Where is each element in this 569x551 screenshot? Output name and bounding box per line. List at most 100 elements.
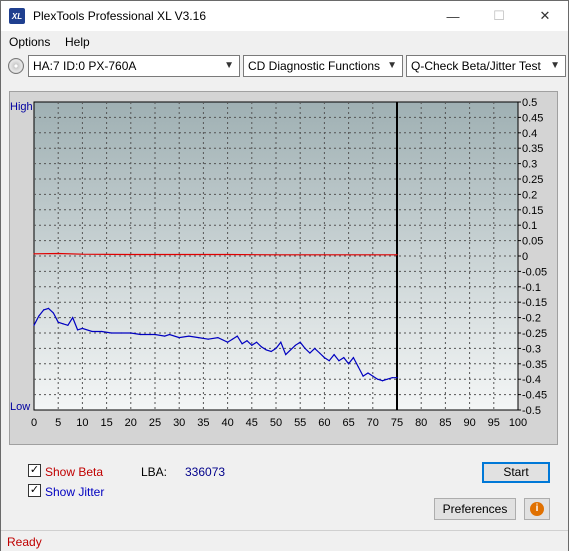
show-jitter-checkbox[interactable]: ✓ <box>28 484 41 497</box>
jitter-data-point <box>227 341 229 343</box>
jitter-data-point <box>38 315 40 317</box>
axis-high-label: High <box>10 101 33 113</box>
chevron-down-icon: ▼ <box>387 60 397 71</box>
x-tick-label: 90 <box>463 417 475 429</box>
x-tick-label: 15 <box>100 417 112 429</box>
beta-data-point <box>372 254 374 256</box>
show-jitter-label: Show Jitter <box>45 485 105 499</box>
x-tick-label: 80 <box>415 417 427 429</box>
jitter-data-point <box>241 343 243 345</box>
jitter-data-point <box>101 330 103 333</box>
checkmark-icon: ✓ <box>29 484 40 496</box>
jitter-data-point <box>381 380 384 382</box>
x-tick-label: 60 <box>318 417 330 429</box>
jitter-data-point <box>386 378 388 380</box>
jitter-data-point <box>149 333 151 336</box>
show-beta-checkbox[interactable]: ✓ <box>28 464 41 477</box>
jitter-data-point <box>323 357 325 359</box>
jitter-data-point <box>270 350 272 353</box>
beta-data-point <box>178 253 180 256</box>
beta-data-point <box>396 254 398 256</box>
jitter-data-point <box>318 352 321 354</box>
jitter-data-point <box>362 375 364 377</box>
x-tick-label: 45 <box>246 417 258 429</box>
y-tick-label: 0.15 <box>522 205 543 217</box>
x-tick-label: 55 <box>294 417 306 429</box>
beta-data-point <box>130 253 132 256</box>
info-button[interactable]: i <box>524 498 550 520</box>
chart-panel: High Low 0.5 0.45 0.4 0.35 0.3 0.25 0.2 0.15 0.1 0.… <box>9 91 558 445</box>
y-tick-label: 0.4 <box>522 128 537 140</box>
show-beta-label: Show Beta <box>45 465 104 479</box>
jitter-data-point <box>333 353 335 356</box>
function-select[interactable]: CD Diagnostic Functions ▼ <box>243 55 403 77</box>
x-tick-label: 25 <box>149 417 161 429</box>
window-title: PlexTools Professional XL V3.16 <box>33 9 206 23</box>
y-tick-label: 0 <box>522 251 528 263</box>
test-select[interactable]: Q-Check Beta/Jitter Test ▼ <box>406 55 566 77</box>
jitter-data-point <box>294 344 296 346</box>
menu-help[interactable]: Help <box>65 35 90 49</box>
jitter-data-point <box>130 332 132 334</box>
axis-low-label: Low <box>10 401 30 413</box>
jitter-data-point <box>285 353 287 356</box>
y-tick-label: -0.5 <box>522 405 541 417</box>
jitter-data-point <box>33 324 35 326</box>
jitter-data-point <box>260 346 263 348</box>
preferences-button[interactable]: Preferences <box>434 498 516 520</box>
y-tick-label: 0.45 <box>522 112 543 124</box>
drive-select-value: HA:7 ID:0 PX-760A <box>33 59 137 73</box>
chevron-down-icon: ▼ <box>550 60 560 71</box>
y-tick-label: 0.35 <box>522 143 543 155</box>
beta-data-point <box>275 254 277 256</box>
jitter-data-point <box>217 337 219 339</box>
jitter-data-point <box>309 352 311 354</box>
maximize-button[interactable]: ☐ <box>476 1 522 31</box>
x-tick-label: 35 <box>197 417 209 429</box>
jitter-data-point <box>47 307 50 309</box>
disc-drive-icon[interactable] <box>8 58 24 74</box>
function-select-value: CD Diagnostic Functions <box>248 59 381 73</box>
title-bar: XL PlexTools Professional XL V3.16 — ☐ ✕ <box>1 1 568 31</box>
jitter-data-point <box>72 317 74 319</box>
y-tick-label: -0.35 <box>522 359 547 371</box>
menu-options[interactable]: Options <box>9 35 50 49</box>
jitter-data-point <box>304 347 306 349</box>
y-tick-label: 0.2 <box>522 189 537 201</box>
x-tick-label: 65 <box>342 417 354 429</box>
jitter-data-point <box>57 321 59 323</box>
y-tick-label: 0.5 <box>522 97 537 109</box>
jitter-data-point <box>299 341 301 343</box>
start-button[interactable]: Start <box>482 462 550 483</box>
beta-data-point <box>323 254 325 256</box>
drive-select[interactable]: HA:7 ID:0 PX-760A ▼ <box>28 55 240 77</box>
y-tick-label: -0.4 <box>522 374 541 386</box>
x-tick-label: 50 <box>270 417 282 429</box>
jitter-data-point <box>52 312 54 314</box>
y-tick-label: -0.3 <box>522 343 541 355</box>
jitter-data-point <box>207 338 209 340</box>
jitter-data-point <box>91 330 93 333</box>
y-tick-label: 0.05 <box>522 236 543 248</box>
beta-data-point <box>227 253 229 256</box>
jitter-data-point <box>275 347 277 349</box>
jitter-data-point <box>348 363 350 365</box>
app-logo-icon: XL <box>9 8 25 24</box>
beta-jitter-chart: High Low 0.5 0.45 0.4 0.35 0.3 0.25 0.2 0.15 0.1 0.… <box>10 97 547 429</box>
jitter-data-point <box>76 329 79 331</box>
y-tick-label: -0.15 <box>522 297 547 309</box>
jitter-data-point <box>256 341 258 343</box>
checkmark-icon: ✓ <box>29 464 40 476</box>
minimize-icon: — <box>446 8 460 24</box>
minimize-button[interactable]: — <box>430 1 476 31</box>
jitter-data-point <box>231 338 234 340</box>
jitter-data-point <box>62 323 64 325</box>
status-text: Ready <box>7 535 42 549</box>
close-button[interactable]: ✕ <box>522 1 568 31</box>
jitter-data-point <box>289 349 292 351</box>
x-tick-label: 85 <box>439 417 451 429</box>
jitter-data-point <box>168 333 171 336</box>
jitter-data-point <box>43 309 45 311</box>
jitter-data-point <box>377 378 379 380</box>
jitter-data-point <box>372 375 374 377</box>
